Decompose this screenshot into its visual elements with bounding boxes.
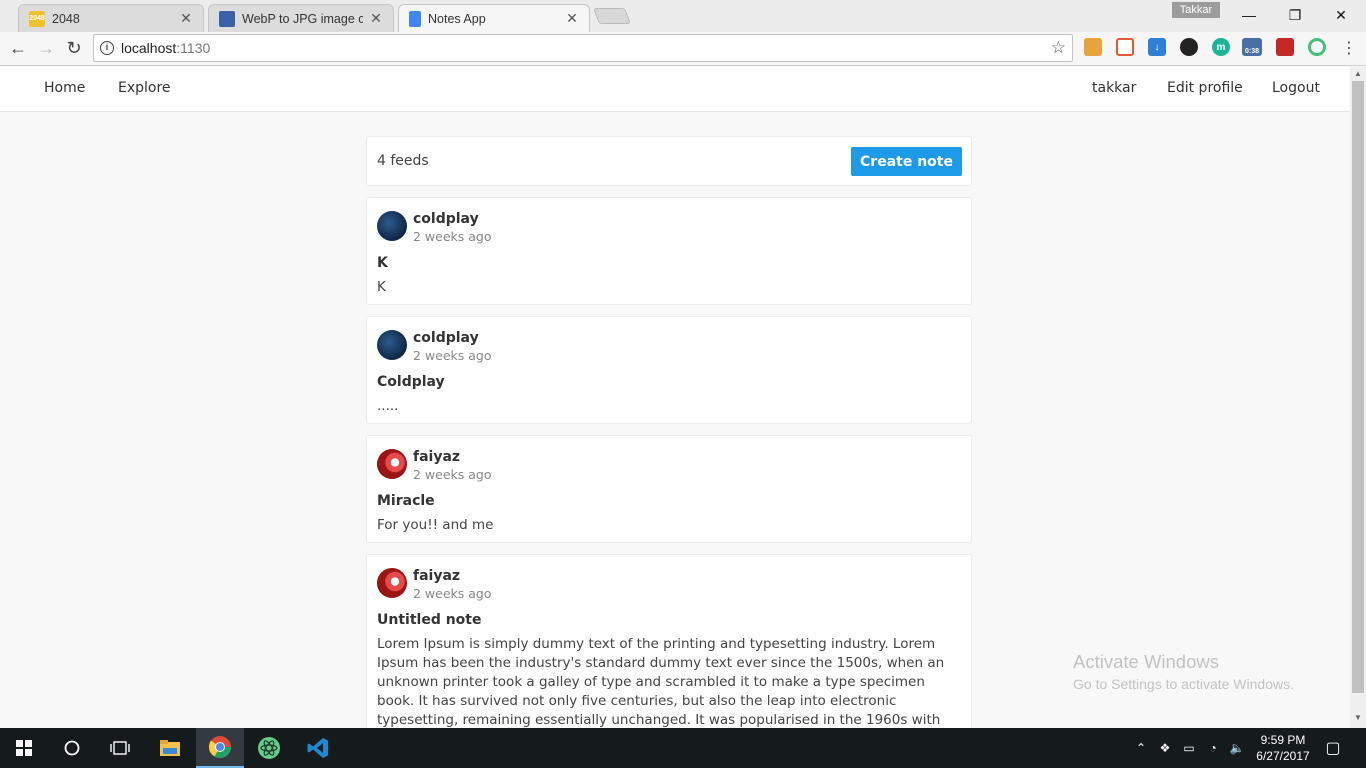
download-extension-icon[interactable]: ↓ bbox=[1148, 38, 1166, 56]
nav-logout-link[interactable]: Logout bbox=[1272, 80, 1320, 96]
cortana-search-icon[interactable] bbox=[48, 728, 96, 768]
note-author[interactable]: faiyaz bbox=[413, 568, 460, 584]
clock-date: 6/27/2017 bbox=[1256, 749, 1310, 763]
browser-toolbar: ← → ↻ i localhost:1130 ☆ ↓ m 0:38 ⋮ bbox=[0, 32, 1366, 66]
note-title: Untitled note bbox=[377, 612, 482, 628]
tab-title: Notes App bbox=[428, 11, 486, 26]
chrome-taskbar-icon[interactable] bbox=[196, 728, 244, 768]
url-host: localhost bbox=[121, 40, 177, 56]
close-icon[interactable]: ✕ bbox=[179, 10, 193, 27]
info-icon[interactable]: i bbox=[100, 41, 114, 55]
vscode-taskbar-icon[interactable] bbox=[294, 728, 342, 768]
page-scrollbar[interactable]: ▲ ▼ bbox=[1350, 67, 1366, 728]
feed-count: 4 feeds bbox=[377, 153, 429, 169]
note-author[interactable]: faiyaz bbox=[413, 449, 460, 465]
2048-favicon-icon: 2048 bbox=[29, 10, 45, 27]
url-port: :1130 bbox=[176, 40, 211, 56]
feed-header: 4 feeds Create note bbox=[366, 136, 972, 186]
clock-time: 9:59 PM bbox=[1260, 733, 1306, 747]
battery-icon[interactable]: ▭ bbox=[1178, 728, 1200, 768]
note-card[interactable]: faiyaz 2 weeks ago Untitled note Lorem I… bbox=[366, 554, 972, 728]
create-note-button[interactable]: Create note bbox=[851, 147, 962, 176]
tab-title: WebP to JPG image conv bbox=[242, 11, 363, 26]
menu-dots-icon[interactable]: ⋮ bbox=[1337, 36, 1361, 60]
tab-notes-app[interactable]: Notes App ✕ bbox=[398, 4, 590, 32]
activate-windows-subtitle: Go to Settings to activate Windows. bbox=[1073, 676, 1294, 692]
tab-webp-to-jpg[interactable]: WebP to JPG image conv ✕ bbox=[208, 4, 394, 32]
nav-explore-link[interactable]: Explore bbox=[118, 80, 171, 96]
scroll-thumb[interactable] bbox=[1352, 81, 1364, 693]
window-close-icon[interactable]: ✕ bbox=[1318, 0, 1364, 30]
document-favicon-icon bbox=[409, 10, 421, 27]
task-view-icon[interactable] bbox=[96, 728, 144, 768]
volume-icon[interactable]: 🔈 bbox=[1226, 728, 1248, 768]
avatar[interactable] bbox=[377, 568, 407, 598]
address-bar[interactable]: i localhost:1130 ☆ bbox=[93, 34, 1073, 62]
scroll-down-icon[interactable]: ▼ bbox=[1350, 713, 1366, 725]
page-content: Home Explore takkar Edit profile Logout … bbox=[0, 67, 1350, 728]
activate-windows-title: Activate Windows bbox=[1073, 651, 1219, 672]
bookmark-star-icon[interactable]: ☆ bbox=[1051, 38, 1066, 58]
windows-start-icon[interactable] bbox=[0, 728, 48, 768]
note-author[interactable]: coldplay bbox=[413, 330, 479, 346]
dropbox-tray-icon[interactable]: ❖ bbox=[1154, 728, 1176, 768]
reload-icon[interactable]: ↻ bbox=[62, 36, 86, 60]
note-title: K bbox=[377, 255, 388, 271]
calendar-extension-icon[interactable] bbox=[1116, 38, 1134, 56]
note-body: ..... bbox=[377, 398, 399, 414]
wifi-icon[interactable]: ◔ bbox=[1202, 728, 1224, 768]
pencil-extension-icon[interactable] bbox=[1084, 38, 1102, 56]
close-icon[interactable]: ✕ bbox=[565, 10, 579, 27]
atom-taskbar-icon[interactable] bbox=[245, 728, 293, 768]
nav-edit-profile-link[interactable]: Edit profile bbox=[1167, 80, 1243, 96]
note-body: For you!! and me bbox=[377, 517, 494, 533]
windows-taskbar: ⌃ ❖ ▭ ◔ 🔈 9:59 PM 6/27/2017 ▢ bbox=[0, 728, 1366, 768]
note-author[interactable]: coldplay bbox=[413, 211, 479, 227]
timer-extension-icon[interactable]: 0:38 bbox=[1242, 38, 1262, 56]
note-time: 2 weeks ago bbox=[413, 348, 492, 363]
tab-2048[interactable]: 2048 2048 ✕ bbox=[18, 4, 204, 32]
restore-icon[interactable]: ❐ bbox=[1272, 0, 1318, 30]
note-title: Coldplay bbox=[377, 374, 445, 390]
note-body: K bbox=[377, 279, 386, 295]
scroll-up-icon[interactable]: ▲ bbox=[1350, 69, 1366, 81]
tray-chevron-up-icon[interactable]: ⌃ bbox=[1130, 728, 1152, 768]
back-arrow-icon[interactable]: ← bbox=[6, 36, 30, 60]
puzzle-extension-icon[interactable] bbox=[1276, 38, 1294, 56]
taskbar-clock[interactable]: 9:59 PM 6/27/2017 bbox=[1248, 732, 1318, 764]
nav-home-link[interactable]: Home bbox=[44, 80, 85, 96]
tab-strip: 2048 2048 ✕ WebP to JPG image conv ✕ Not… bbox=[0, 0, 1366, 32]
tab-title: 2048 bbox=[52, 11, 80, 26]
minimize-icon[interactable]: — bbox=[1226, 0, 1272, 30]
new-tab-button[interactable] bbox=[593, 8, 631, 24]
notification-center-icon[interactable]: ▢ bbox=[1318, 728, 1348, 768]
dark-circle-extension-icon[interactable] bbox=[1180, 38, 1198, 56]
note-time: 2 weeks ago bbox=[413, 586, 492, 601]
profile-badge[interactable]: Takkar bbox=[1172, 2, 1220, 18]
note-card[interactable]: faiyaz 2 weeks ago Miracle For you!! and… bbox=[366, 435, 972, 543]
m-extension-icon[interactable]: m bbox=[1212, 38, 1230, 56]
note-body: Lorem Ipsum is simply dummy text of the … bbox=[377, 636, 945, 728]
nav-user-link[interactable]: takkar bbox=[1092, 80, 1136, 96]
note-card[interactable]: coldplay 2 weeks ago Coldplay ..... bbox=[366, 316, 972, 424]
close-icon[interactable]: ✕ bbox=[369, 10, 383, 27]
avatar[interactable] bbox=[377, 330, 407, 360]
forward-arrow-icon[interactable]: → bbox=[34, 36, 58, 60]
ring-extension-icon[interactable] bbox=[1308, 38, 1326, 56]
file-explorer-icon[interactable] bbox=[146, 728, 194, 768]
note-title: Miracle bbox=[377, 493, 435, 509]
image-favicon-icon bbox=[219, 10, 235, 27]
app-navbar: Home Explore takkar Edit profile Logout bbox=[0, 67, 1350, 112]
note-time: 2 weeks ago bbox=[413, 229, 492, 244]
note-card[interactable]: coldplay 2 weeks ago K K bbox=[366, 197, 972, 305]
avatar[interactable] bbox=[377, 449, 407, 479]
avatar[interactable] bbox=[377, 211, 407, 241]
note-time: 2 weeks ago bbox=[413, 467, 492, 482]
